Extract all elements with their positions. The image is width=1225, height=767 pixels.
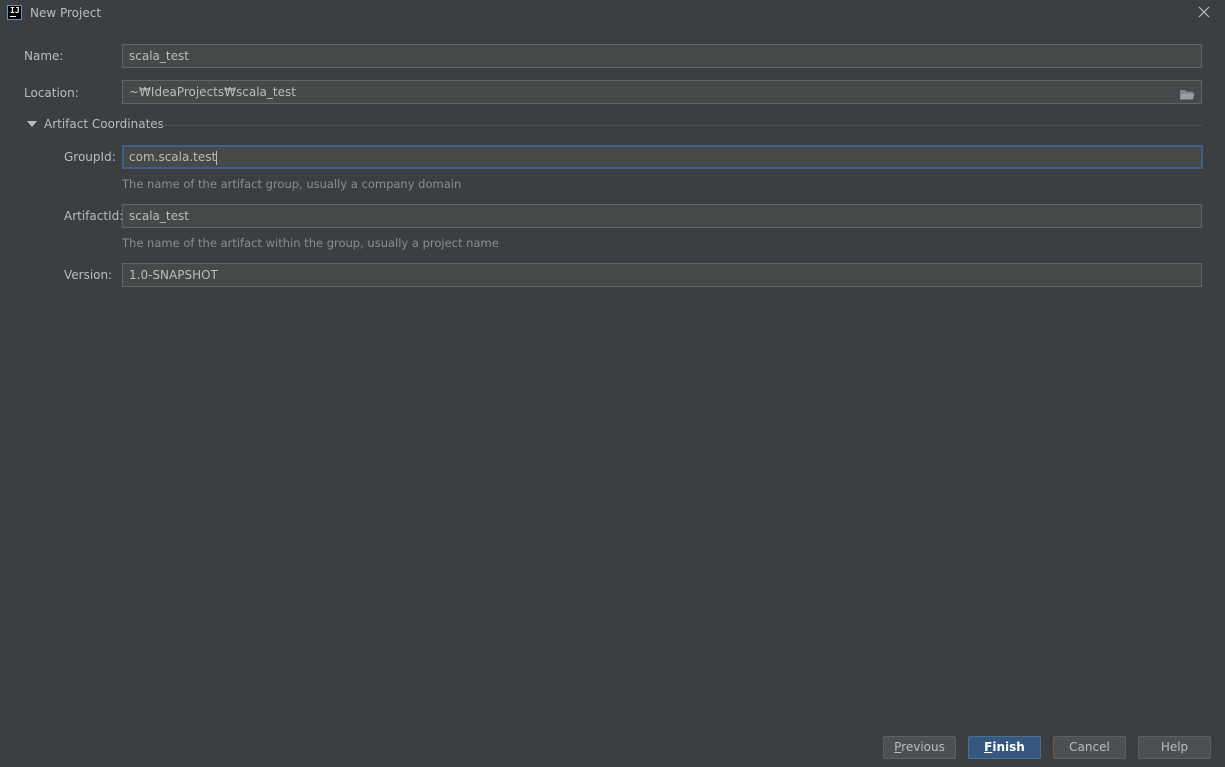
artifact-coordinates-title[interactable]: Artifact Coordinates (44, 117, 164, 131)
artifact-coordinates-section: Artifact Coordinates (27, 117, 1202, 133)
artifact-id-field-value: scala_test (129, 209, 189, 223)
artifact-id-field[interactable]: scala_test (122, 204, 1202, 228)
cancel-button[interactable]: Cancel (1053, 736, 1126, 759)
artifact-id-hint: The name of the artifact within the grou… (122, 236, 499, 250)
version-field-value: 1.0-SNAPSHOT (129, 268, 218, 282)
title-bar: IJ New Project (0, 0, 1225, 26)
triangle-down-icon[interactable] (27, 121, 37, 127)
name-field[interactable]: scala_test (122, 44, 1202, 68)
finish-button[interactable]: Finish (968, 736, 1041, 759)
close-icon[interactable] (1197, 5, 1211, 19)
location-field[interactable]: ~₩IdeaProjects₩scala_test (122, 80, 1202, 104)
new-project-dialog: IJ New Project Name: scala_test Location… (0, 0, 1225, 767)
group-id-hint: The name of the artifact group, usually … (122, 177, 462, 191)
folder-icon[interactable] (1179, 86, 1195, 100)
previous-label: revious (901, 740, 945, 754)
help-button[interactable]: Help (1138, 736, 1211, 759)
text-caret (216, 150, 218, 165)
group-id-field-value: com.scala.test (129, 150, 217, 164)
version-label: Version: (64, 268, 113, 282)
location-label: Location: (24, 86, 79, 100)
group-id-field[interactable]: com.scala.test (122, 145, 1203, 169)
name-label: Name: (24, 49, 64, 63)
group-id-label: GroupId: (64, 150, 116, 164)
section-divider (156, 125, 1202, 126)
name-field-value: scala_test (129, 49, 189, 63)
intellij-idea-icon: IJ (7, 5, 22, 20)
previous-button[interactable]: Previous (883, 736, 956, 759)
finish-label: inish (992, 740, 1025, 754)
version-field[interactable]: 1.0-SNAPSHOT (122, 263, 1202, 287)
artifact-id-label: ArtifactId: (64, 209, 124, 223)
location-field-value: ~₩IdeaProjects₩scala_test (129, 85, 296, 99)
window-title: New Project (30, 6, 102, 20)
app-icon-text: IJ (10, 6, 20, 15)
